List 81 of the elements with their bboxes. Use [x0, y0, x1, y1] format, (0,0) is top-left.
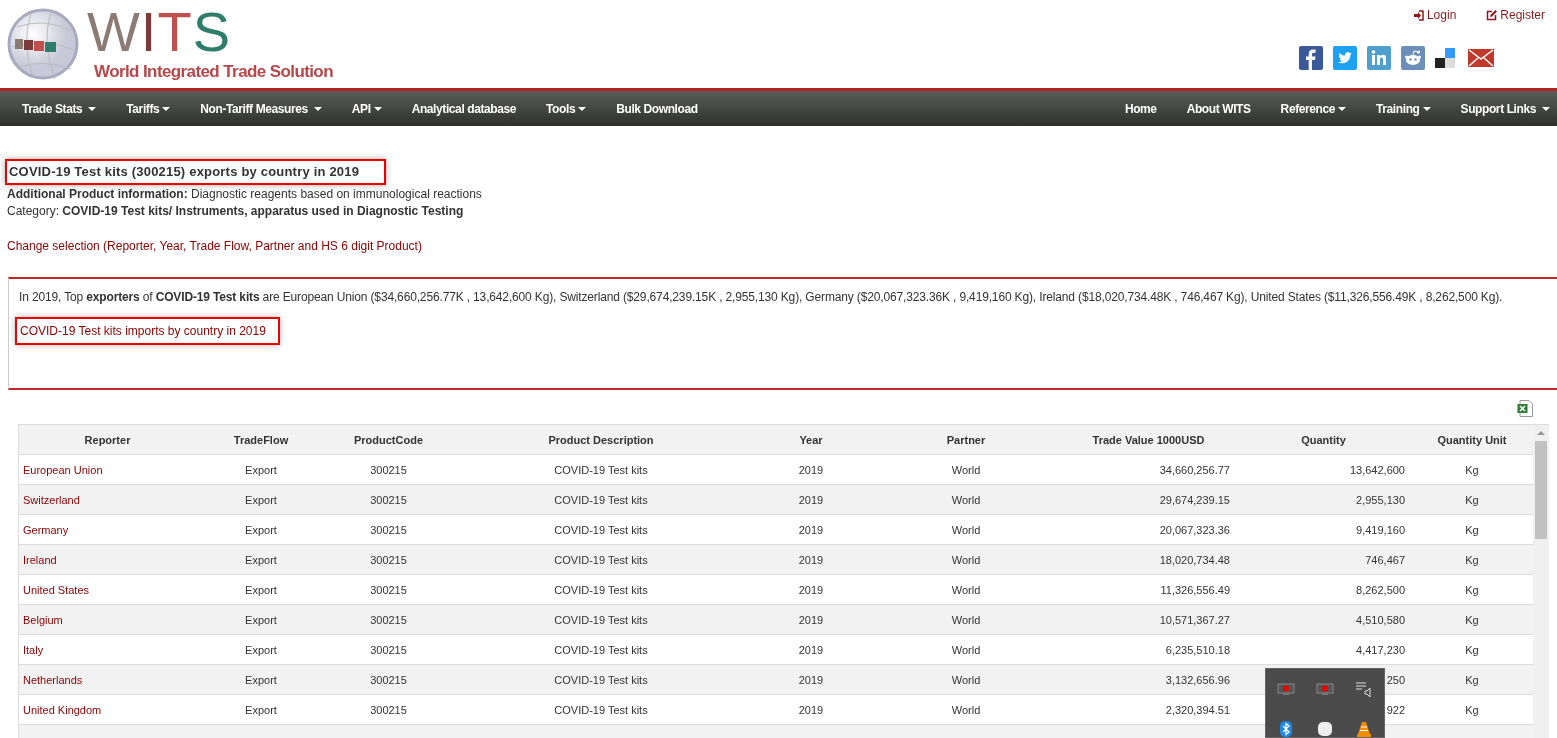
table-cell: Kg — [1411, 545, 1533, 575]
table-cell: World — [871, 485, 1061, 515]
excel-export-icon[interactable] — [1517, 400, 1533, 417]
nav-menu-item[interactable]: Trade Stats — [0, 91, 112, 126]
table-cell: Export — [196, 605, 326, 635]
table-cell: 2019 — [751, 545, 871, 575]
table-cell: 300215 — [326, 605, 451, 635]
register-link[interactable]: Register — [1486, 8, 1545, 22]
change-selection-link[interactable]: Change selection (Reporter, Year, Trade Flow, Partner and HS 6 digit Product) — [7, 239, 422, 253]
linkedin-icon[interactable] — [1367, 46, 1391, 70]
product-info-text: Additional Product information: Diagnostic reagents based on immunological reactions — [7, 186, 483, 203]
reddit-icon[interactable] — [1401, 46, 1425, 70]
table-cell: 10,571,367.27 — [1061, 605, 1236, 635]
table-cell: Export — [196, 545, 326, 575]
speaker-list-icon[interactable] — [1355, 681, 1374, 697]
table-cell: World — [871, 665, 1061, 695]
logo-text: WITS — [87, 7, 231, 57]
login-link[interactable]: Login — [1412, 8, 1457, 22]
rounded-square-icon[interactable] — [1317, 721, 1333, 737]
column-header[interactable]: Trade Value 1000USD — [1061, 425, 1236, 455]
squares-icon[interactable] — [1435, 48, 1455, 68]
nav-menu-item[interactable]: Non-Tariff Measures — [185, 91, 337, 126]
table-cell: World — [871, 605, 1061, 635]
nav-menu-item[interactable]: API — [336, 91, 397, 126]
column-header[interactable]: Quantity — [1236, 425, 1411, 455]
table-cell: Kg — [1411, 665, 1533, 695]
table-cell: 4,510,580 — [1236, 605, 1411, 635]
nav-menu-item[interactable]: Tools — [531, 91, 602, 126]
nav-menu-item[interactable]: Training — [1361, 91, 1446, 126]
reporter-link[interactable]: Belgium — [19, 605, 196, 635]
column-header[interactable]: Partner — [871, 425, 1061, 455]
reporter-link[interactable]: Switzerland — [19, 485, 196, 515]
table-cell: 2019 — [751, 605, 871, 635]
table-cell: World — [871, 545, 1061, 575]
page-title: COVID-19 Test kits (300215) exports by country in 2019 — [5, 159, 387, 185]
column-header[interactable]: TradeFlow — [196, 425, 326, 455]
nav-menu-item[interactable]: Analytical database — [396, 91, 532, 126]
cone-icon[interactable] — [1356, 721, 1373, 737]
table-cell: COVID-19 Test kits — [451, 665, 751, 695]
table-cell: 300215 — [326, 545, 451, 575]
table-cell: Kg — [1411, 485, 1533, 515]
scrollbar[interactable] — [1533, 425, 1549, 738]
nav-menu-item[interactable]: Tariffs — [111, 91, 186, 126]
globe-logo-icon — [7, 7, 79, 81]
nav-menu-item[interactable]: Support Links — [1445, 91, 1557, 126]
column-header[interactable]: Year — [751, 425, 871, 455]
table-cell: Export — [196, 665, 326, 695]
mail-icon[interactable] — [1468, 49, 1494, 67]
nav-menu-item[interactable]: Home — [1109, 91, 1172, 126]
table-cell: 3,132,656.96 — [1061, 665, 1236, 695]
twitter-icon[interactable] — [1333, 46, 1357, 70]
bluetooth-icon[interactable] — [1279, 721, 1292, 737]
column-header[interactable]: Product Description — [451, 425, 751, 455]
table-cell: COVID-19 Test kits — [451, 545, 751, 575]
table-cell: 2,955,130 — [1236, 485, 1411, 515]
table-cell: Kg — [1411, 605, 1533, 635]
column-header[interactable]: Quantity Unit — [1411, 425, 1533, 455]
table-cell: 2019 — [751, 665, 871, 695]
login-icon — [1412, 9, 1424, 21]
column-header[interactable]: ProductCode — [326, 425, 451, 455]
reporter-link[interactable]: Netherlands — [19, 665, 196, 695]
table-cell: 300215 — [326, 665, 451, 695]
column-header[interactable]: Reporter — [19, 425, 196, 455]
imports-link[interactable]: COVID-19 Test kits imports by country in 2019 — [15, 317, 280, 345]
nav-menu-item[interactable]: About WITS — [1171, 91, 1266, 126]
table-cell: COVID-19 Test kits — [451, 605, 751, 635]
table-cell: COVID-19 Test kits — [451, 485, 751, 515]
nav-menu-item[interactable]: Bulk Download — [601, 91, 713, 126]
facebook-icon[interactable] — [1299, 46, 1323, 70]
edit-icon — [1486, 9, 1498, 21]
nav-menu-item[interactable]: Reference — [1265, 91, 1362, 126]
summary-text: In 2019, Top exporters of COVID-19 Test kits are European Union ($34,660,256.77K , 13,642,600 Kg), Switzerland ($29,674,239.15K , 2,955,130 Kg), Germany ($20,067,323.36K , 9,419,160 Kg), Ireland ($18,020,734.48K , 746,467 Kg), United States ($11,326,556.49K , 8,262,500 Kg). — [19, 289, 1504, 305]
table-cell: 300215 — [326, 485, 451, 515]
table-cell: 746,467 — [1236, 545, 1411, 575]
logo-subtitle: World Integrated Trade Solution — [94, 62, 333, 82]
table-cell: Export — [196, 485, 326, 515]
table-cell: 2019 — [751, 485, 871, 515]
reporter-link[interactable]: Ireland — [19, 545, 196, 575]
table-cell: 29,674,239.15 — [1061, 485, 1236, 515]
table-cell: 18,020,734.48 — [1061, 545, 1236, 575]
category-text: Category: COVID-19 Test kits/ Instruments, apparatus used in Diagnostic Testing — [7, 203, 465, 220]
